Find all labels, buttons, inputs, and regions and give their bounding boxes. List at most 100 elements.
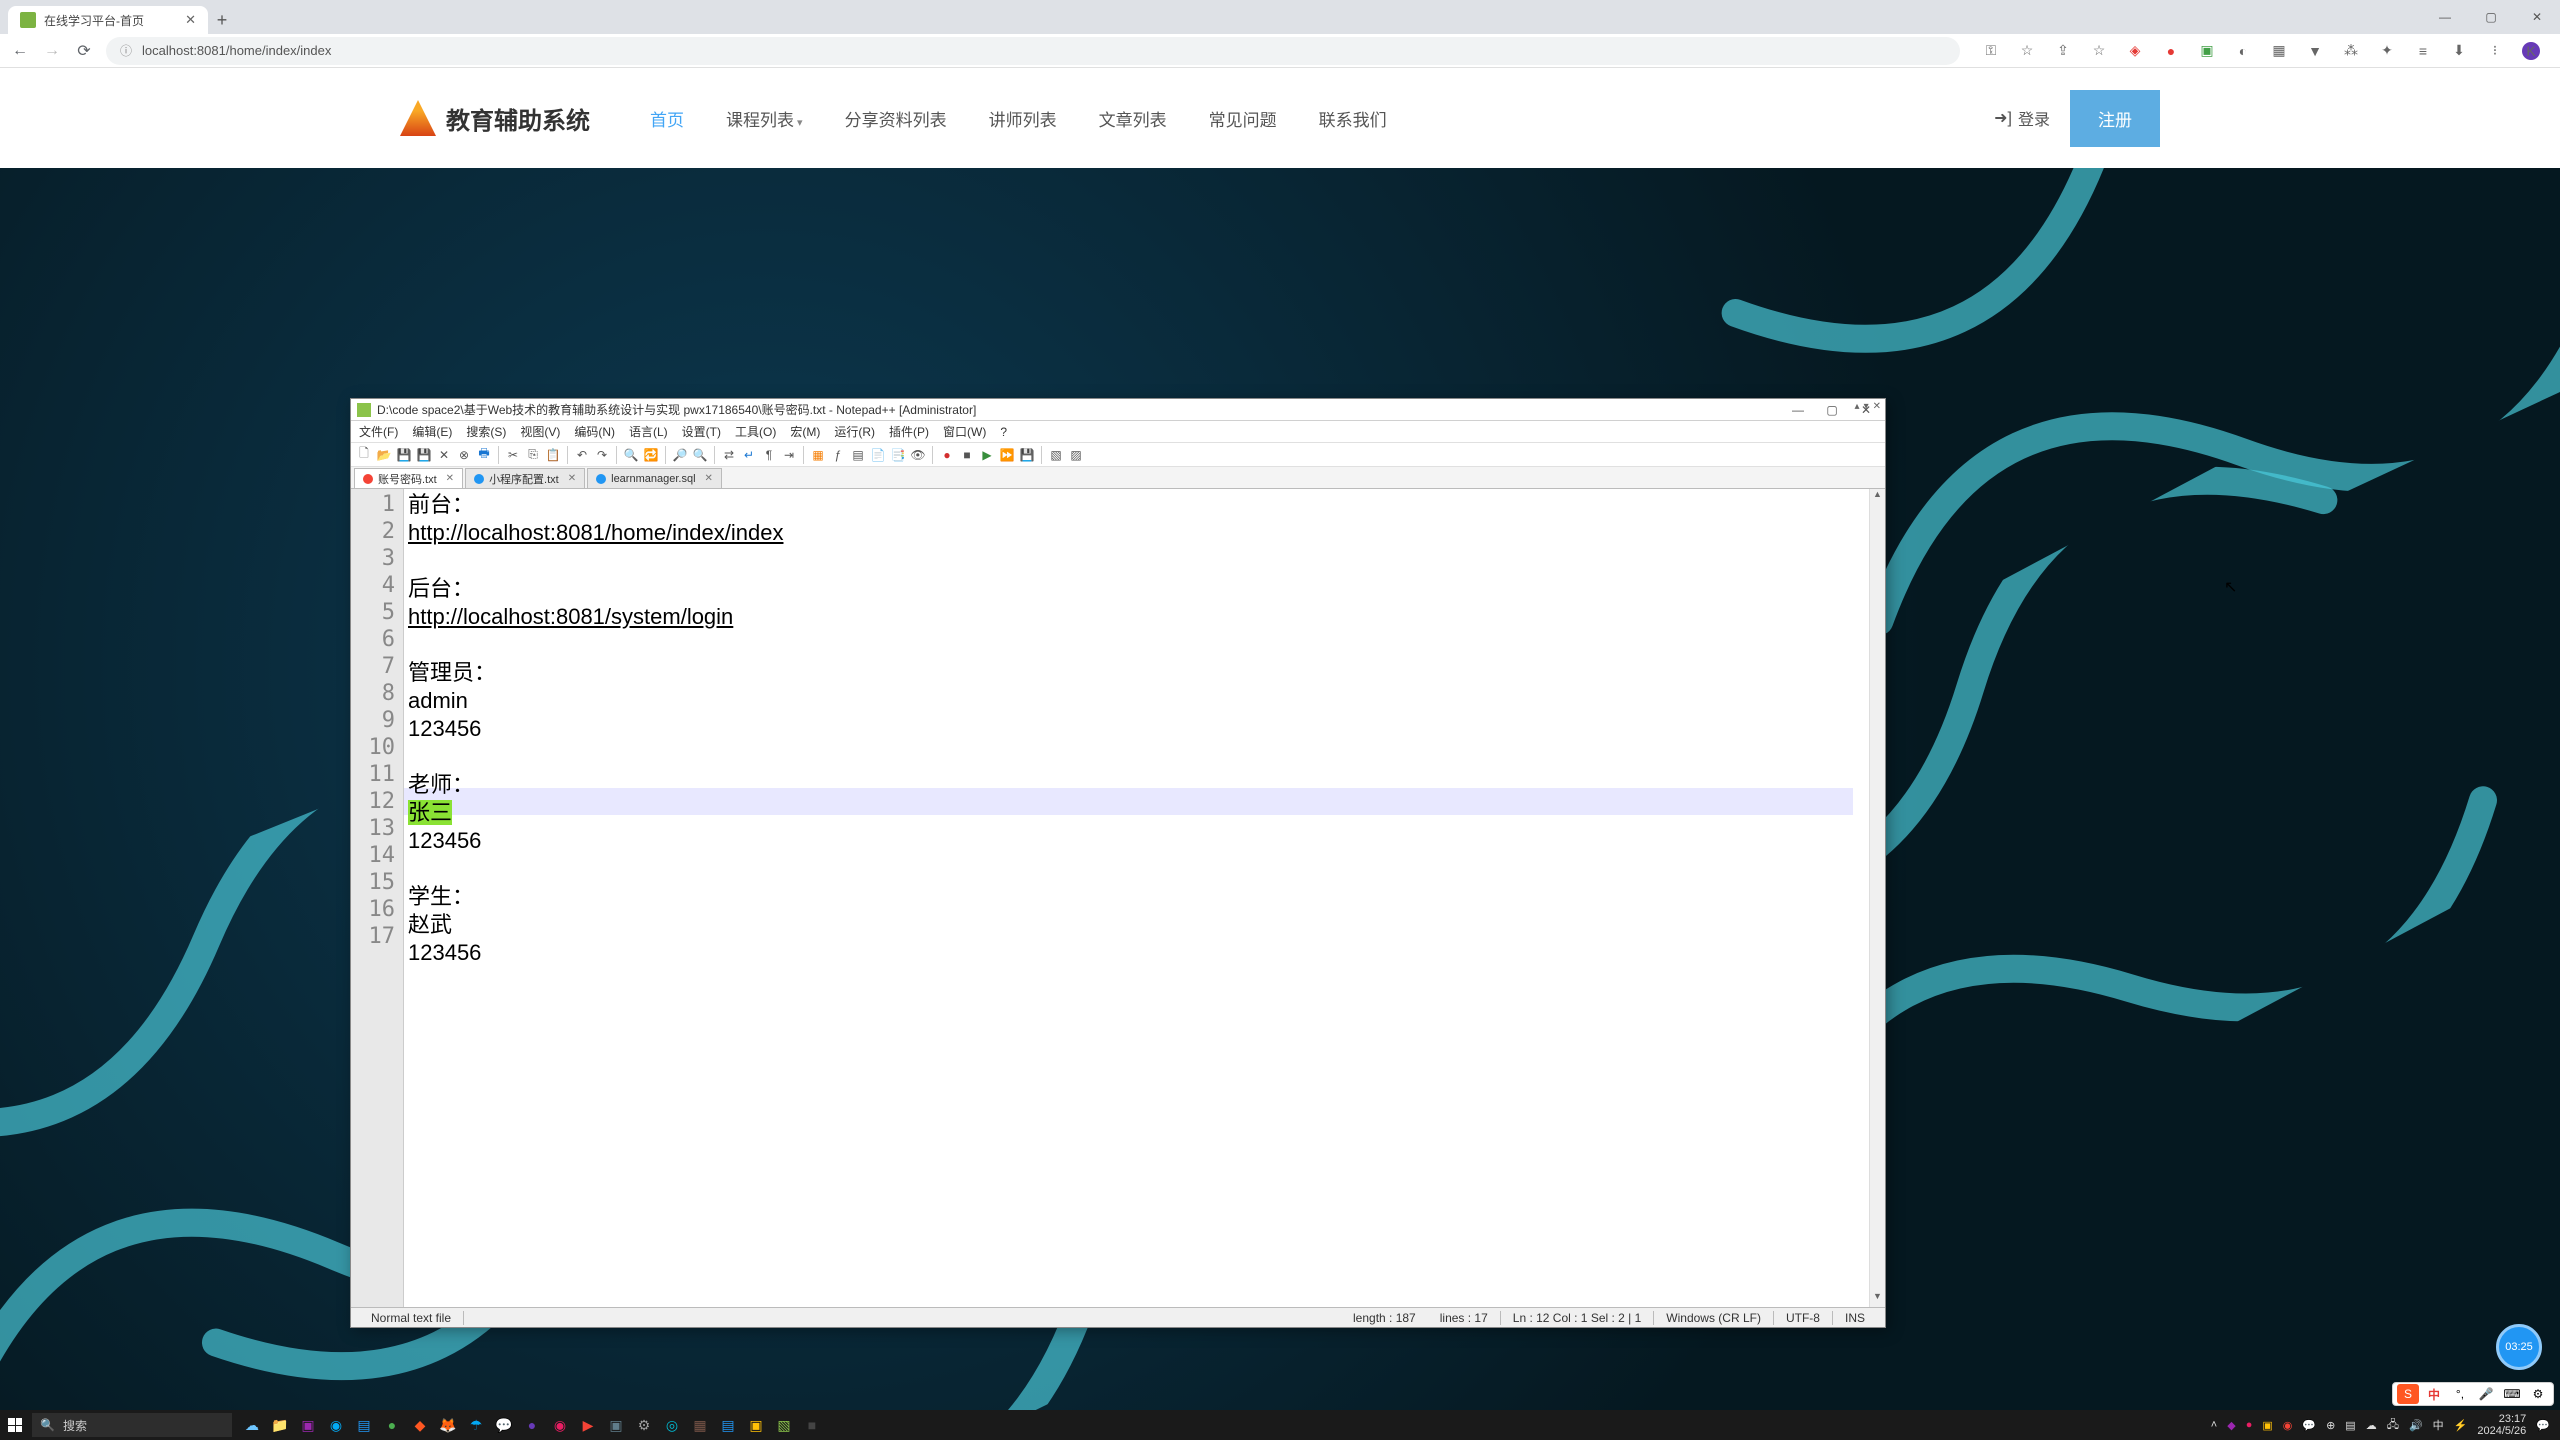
- find-icon[interactable]: 🔍: [622, 446, 640, 464]
- translate-icon[interactable]: ☆: [2018, 42, 2036, 60]
- tool-icon[interactable]: ▨: [1067, 446, 1085, 464]
- allchars-icon[interactable]: ¶: [760, 446, 778, 464]
- reload-button[interactable]: ⟳: [74, 41, 94, 61]
- tray-network-icon[interactable]: 🖧: [2387, 1416, 2399, 1435]
- start-button[interactable]: [0, 1410, 30, 1440]
- stop-icon[interactable]: ■: [958, 446, 976, 464]
- menu-search[interactable]: 搜索(S): [466, 423, 506, 440]
- ext-icon[interactable]: ◈: [2126, 42, 2144, 60]
- paste-icon[interactable]: 📋: [544, 446, 562, 464]
- menu-window[interactable]: 窗口(W): [943, 423, 986, 440]
- file-tab[interactable]: 小程序配置.txt✕: [465, 468, 585, 488]
- menu-tools[interactable]: 工具(O): [735, 423, 776, 440]
- tray-icon[interactable]: ⚡: [2454, 1419, 2468, 1432]
- fold-icon[interactable]: ▦: [809, 446, 827, 464]
- taskbar-app-icon[interactable]: 🦊: [434, 1410, 462, 1440]
- doc-icon[interactable]: 📑: [889, 446, 907, 464]
- taskbar-app-icon[interactable]: ▤: [350, 1410, 378, 1440]
- tab-close-icon[interactable]: ✕: [185, 12, 196, 28]
- playmulti-icon[interactable]: ⏩: [998, 446, 1016, 464]
- taskbar-app-icon[interactable]: 💬: [490, 1410, 518, 1440]
- save-icon[interactable]: 💾: [395, 446, 413, 464]
- npp-maximize[interactable]: ▢: [1819, 403, 1845, 417]
- taskbar-app-icon[interactable]: ☁: [238, 1410, 266, 1440]
- ext-icon[interactable]: ●: [2162, 42, 2180, 60]
- menu-run[interactable]: 运行(R): [834, 423, 875, 440]
- file-tab[interactable]: learnmanager.sql✕: [587, 468, 722, 488]
- tray-ime-icon[interactable]: 中: [2433, 1417, 2444, 1433]
- taskbar-app-icon[interactable]: ■: [798, 1410, 826, 1440]
- taskbar-app-icon[interactable]: ▦: [686, 1410, 714, 1440]
- map-icon[interactable]: ▤: [849, 446, 867, 464]
- taskbar-app-icon[interactable]: 📁: [266, 1410, 294, 1440]
- back-button[interactable]: ←: [10, 42, 30, 60]
- ime-mic-icon[interactable]: 🎤: [2475, 1384, 2497, 1404]
- copy-icon[interactable]: ⎘: [524, 446, 542, 464]
- taskbar-app-icon[interactable]: ▣: [742, 1410, 770, 1440]
- minimize-button[interactable]: —: [2422, 0, 2468, 34]
- tray-expand-icon[interactable]: ˄: [2211, 1419, 2217, 1431]
- tab-close-icon[interactable]: ✕: [705, 473, 713, 484]
- menu-file[interactable]: 文件(F): [359, 423, 398, 440]
- forward-button[interactable]: →: [42, 42, 62, 60]
- taskbar-clock[interactable]: 23:17 2024/5/26: [2477, 1413, 2526, 1437]
- ext-icon[interactable]: ▣: [2198, 42, 2216, 60]
- record-icon[interactable]: ●: [938, 446, 956, 464]
- site-logo[interactable]: 教育辅助系统: [400, 100, 590, 136]
- tray-icon[interactable]: ◆: [2227, 1419, 2235, 1432]
- tray-icon[interactable]: ●: [2246, 1419, 2253, 1431]
- taskbar-app-icon[interactable]: ▶: [574, 1410, 602, 1440]
- extensions-icon[interactable]: ⁝: [2486, 42, 2504, 60]
- code-area[interactable]: 前台： http://localhost:8081/home/index/ind…: [403, 489, 1869, 1307]
- menu-language[interactable]: 语言(L): [629, 423, 668, 440]
- redo-icon[interactable]: ↷: [593, 446, 611, 464]
- sync-icon[interactable]: ⇄: [720, 446, 738, 464]
- taskbar-app-icon[interactable]: ▣: [602, 1410, 630, 1440]
- vertical-scrollbar[interactable]: ▲ ▼: [1869, 489, 1885, 1307]
- taskbar-app-icon[interactable]: ▤: [714, 1410, 742, 1440]
- nav-teachers[interactable]: 讲师列表: [989, 106, 1057, 131]
- taskbar-app-icon[interactable]: ◆: [406, 1410, 434, 1440]
- share-icon[interactable]: ⇪: [2054, 42, 2072, 60]
- tray-icon[interactable]: ▤: [2345, 1419, 2355, 1432]
- zoomout-icon[interactable]: 🔍: [691, 446, 709, 464]
- closeall-icon[interactable]: ⊗: [455, 446, 473, 464]
- zoomin-icon[interactable]: 🔎: [671, 446, 689, 464]
- tray-icon[interactable]: ☁: [2366, 1419, 2377, 1432]
- menu-help[interactable]: ?: [1000, 425, 1007, 439]
- taskbar-app-icon[interactable]: ▣: [294, 1410, 322, 1440]
- url-input[interactable]: ⓘ localhost:8081/home/index/index: [106, 37, 1960, 65]
- open-icon[interactable]: 📂: [375, 446, 393, 464]
- ext-icon[interactable]: ⁂: [2342, 42, 2360, 60]
- taskbar-app-icon[interactable]: ☂: [462, 1410, 490, 1440]
- ext-icon[interactable]: ▼: [2306, 42, 2324, 60]
- register-button[interactable]: 注册: [2070, 90, 2160, 147]
- tray-icon[interactable]: ◉: [2283, 1419, 2293, 1432]
- cut-icon[interactable]: ✂: [504, 446, 522, 464]
- taskbar-app-icon[interactable]: ●: [518, 1410, 546, 1440]
- nav-shares[interactable]: 分享资料列表: [845, 106, 947, 131]
- browser-tab[interactable]: 在线学习平台-首页 ✕: [8, 6, 208, 34]
- menu-settings[interactable]: 设置(T): [682, 423, 721, 440]
- ime-keyboard-icon[interactable]: ⌨: [2501, 1384, 2523, 1404]
- savmacro-icon[interactable]: 💾: [1018, 446, 1036, 464]
- ime-lang-icon[interactable]: 中: [2423, 1384, 2445, 1404]
- ext-icon[interactable]: ▦: [2270, 42, 2288, 60]
- tab-close-icon[interactable]: ✕: [446, 473, 454, 484]
- tab-close-icon[interactable]: ✕: [568, 473, 576, 484]
- login-link[interactable]: ➜] 登录: [1994, 106, 2050, 130]
- bookmark-icon[interactable]: ☆: [2090, 42, 2108, 60]
- doc-icon[interactable]: 📄: [869, 446, 887, 464]
- menu-plugins[interactable]: 插件(P): [889, 423, 929, 440]
- taskbar-search[interactable]: 🔍 搜索: [32, 1413, 232, 1437]
- new-icon[interactable]: 🗋: [355, 446, 373, 464]
- taskbar-app-icon[interactable]: ◎: [658, 1410, 686, 1440]
- ime-toolbar[interactable]: S 中 °, 🎤 ⌨ ⚙: [2392, 1382, 2554, 1406]
- tray-icon[interactable]: 💬: [2302, 1419, 2316, 1432]
- ime-logo-icon[interactable]: S: [2397, 1384, 2419, 1404]
- func-icon[interactable]: ƒ: [829, 446, 847, 464]
- download-icon[interactable]: ⬇: [2450, 42, 2468, 60]
- maximize-button[interactable]: ▢: [2468, 0, 2514, 34]
- nav-courses[interactable]: 课程列表: [726, 106, 803, 131]
- taskbar-app-icon[interactable]: ●: [378, 1410, 406, 1440]
